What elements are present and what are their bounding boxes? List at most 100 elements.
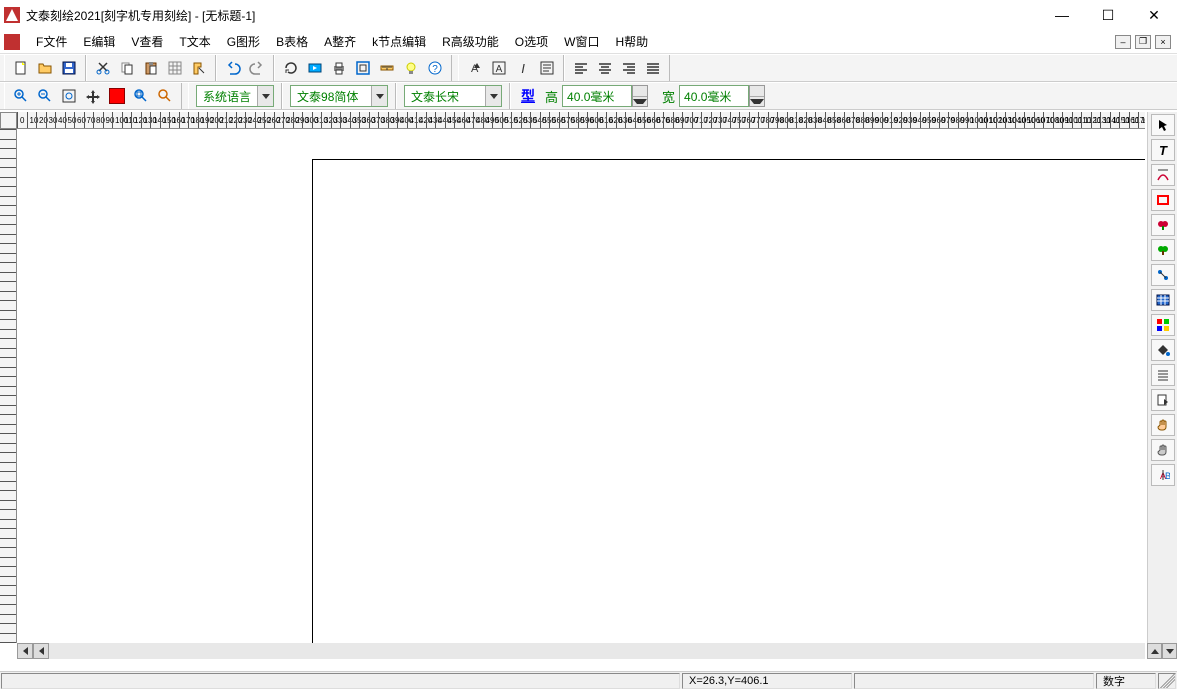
table-tool[interactable]	[1151, 289, 1175, 311]
align-center-button[interactable]	[594, 57, 616, 79]
open-button[interactable]	[34, 57, 56, 79]
mdi-minimize-button[interactable]: –	[1115, 35, 1131, 49]
resize-grip[interactable]	[1158, 673, 1176, 689]
main-toolbar: ? A A I	[0, 54, 1177, 82]
idea-button[interactable]	[400, 57, 422, 79]
scroll-left-button[interactable]	[17, 643, 33, 659]
spin-up-icon[interactable]	[750, 86, 764, 97]
menu-graphic[interactable]: G图形	[219, 31, 268, 52]
chevron-down-icon	[257, 86, 273, 106]
canvas[interactable]	[17, 129, 1145, 643]
text-format-button[interactable]	[536, 57, 558, 79]
scroll-track[interactable]	[49, 643, 1145, 659]
text-tool[interactable]: T	[1151, 139, 1175, 161]
hand-tool[interactable]	[1151, 414, 1175, 436]
output-button[interactable]	[304, 57, 326, 79]
fill-tool[interactable]	[1151, 339, 1175, 361]
mdi-icon	[4, 34, 20, 50]
spin-up-icon[interactable]	[633, 86, 647, 97]
save-button[interactable]	[58, 57, 80, 79]
menu-text[interactable]: T文本	[171, 31, 218, 52]
hand2-tool[interactable]	[1151, 439, 1175, 461]
spin-down-icon[interactable]	[633, 97, 647, 107]
font-family-value: 文泰98简体	[291, 88, 371, 105]
height-spinner[interactable]	[632, 85, 648, 107]
new-button[interactable]	[10, 57, 32, 79]
width-label: 宽	[658, 87, 679, 106]
zoom-sel-button[interactable]	[154, 85, 176, 107]
paste-button[interactable]	[140, 57, 162, 79]
text-arrow-button[interactable]: A	[464, 57, 486, 79]
fill-color-button[interactable]	[106, 85, 128, 107]
menu-node[interactable]: k节点编辑	[364, 31, 434, 52]
scroll-left2-button[interactable]	[33, 643, 49, 659]
rect-tool[interactable]	[1151, 189, 1175, 211]
align-left-button[interactable]	[570, 57, 592, 79]
export-tool[interactable]	[1151, 389, 1175, 411]
type-button[interactable]: 型	[515, 86, 541, 106]
window-title: 文泰刻绘2021[刻字机专用刻绘] - [无标题-1]	[26, 7, 1039, 24]
menu-options[interactable]: O选项	[507, 31, 556, 52]
scroll-up-button[interactable]	[1147, 643, 1162, 659]
zoom-page-button[interactable]	[58, 85, 80, 107]
width-input[interactable]: 40.0毫米	[679, 85, 749, 107]
text-box-button[interactable]: A	[488, 57, 510, 79]
align-right-button[interactable]	[618, 57, 640, 79]
zoom-in-button[interactable]	[10, 85, 32, 107]
status-bar: X=26.3,Y=406.1 数字	[0, 671, 1177, 689]
menu-advanced[interactable]: R高级功能	[434, 31, 507, 52]
language-combo[interactable]: 系统语言	[196, 85, 274, 107]
select-tool[interactable]	[1151, 114, 1175, 136]
cut-button[interactable]	[92, 57, 114, 79]
zoom-font-toolbar: 系统语言 文泰98简体 文泰长宋 型 高 40.0毫米 宽 40.0毫米	[0, 82, 1177, 110]
format-button[interactable]	[188, 57, 210, 79]
close-button[interactable]: ✕	[1131, 0, 1177, 30]
status-message	[1, 673, 680, 689]
help-button[interactable]: ?	[424, 57, 446, 79]
app-icon	[4, 7, 20, 23]
status-mode: 数字	[1096, 673, 1156, 689]
spin-down-icon[interactable]	[750, 97, 764, 107]
menu-edit[interactable]: E编辑	[75, 31, 123, 52]
mdi-close-button[interactable]: ×	[1155, 35, 1171, 49]
library2-tool[interactable]	[1151, 239, 1175, 261]
node-tool[interactable]	[1151, 264, 1175, 286]
zoom-fit-button[interactable]	[130, 85, 152, 107]
pan-button[interactable]	[82, 85, 104, 107]
height-input[interactable]: 40.0毫米	[562, 85, 632, 107]
measure-button[interactable]	[376, 57, 398, 79]
menu-align[interactable]: A整齐	[316, 31, 364, 52]
side-toolbar: T AB	[1147, 112, 1177, 643]
scroll-corner	[1147, 643, 1177, 659]
menu-file[interactable]: F文件	[28, 31, 75, 52]
library-tool[interactable]	[1151, 214, 1175, 236]
menu-window[interactable]: W窗口	[556, 31, 607, 52]
curve-tool[interactable]	[1151, 164, 1175, 186]
print-button[interactable]	[328, 57, 350, 79]
undo-button[interactable]	[222, 57, 244, 79]
zoom-out-button[interactable]	[34, 85, 56, 107]
maximize-button[interactable]: ☐	[1085, 0, 1131, 30]
ab-tool[interactable]: AB	[1151, 464, 1175, 486]
lines-tool[interactable]	[1151, 364, 1175, 386]
grid-button[interactable]	[164, 57, 186, 79]
width-spinner[interactable]	[749, 85, 765, 107]
mdi-restore-button[interactable]: ❐	[1135, 35, 1151, 49]
italic-button[interactable]: I	[512, 57, 534, 79]
menu-help[interactable]: H帮助	[607, 31, 656, 52]
align-justify-button[interactable]	[642, 57, 664, 79]
copy-button[interactable]	[116, 57, 138, 79]
frame-button[interactable]	[352, 57, 374, 79]
refresh-button[interactable]	[280, 57, 302, 79]
scroll-down-button[interactable]	[1162, 643, 1177, 659]
color-tool[interactable]	[1151, 314, 1175, 336]
vertical-ruler	[0, 129, 17, 643]
svg-text:T: T	[1159, 143, 1168, 157]
font-style-combo[interactable]: 文泰长宋	[404, 85, 502, 107]
minimize-button[interactable]: —	[1039, 0, 1085, 30]
horizontal-scrollbar[interactable]	[17, 643, 1145, 659]
menu-table[interactable]: B表格	[268, 31, 316, 52]
menu-view[interactable]: V查看	[123, 31, 171, 52]
redo-button[interactable]	[246, 57, 268, 79]
font-family-combo[interactable]: 文泰98简体	[290, 85, 388, 107]
